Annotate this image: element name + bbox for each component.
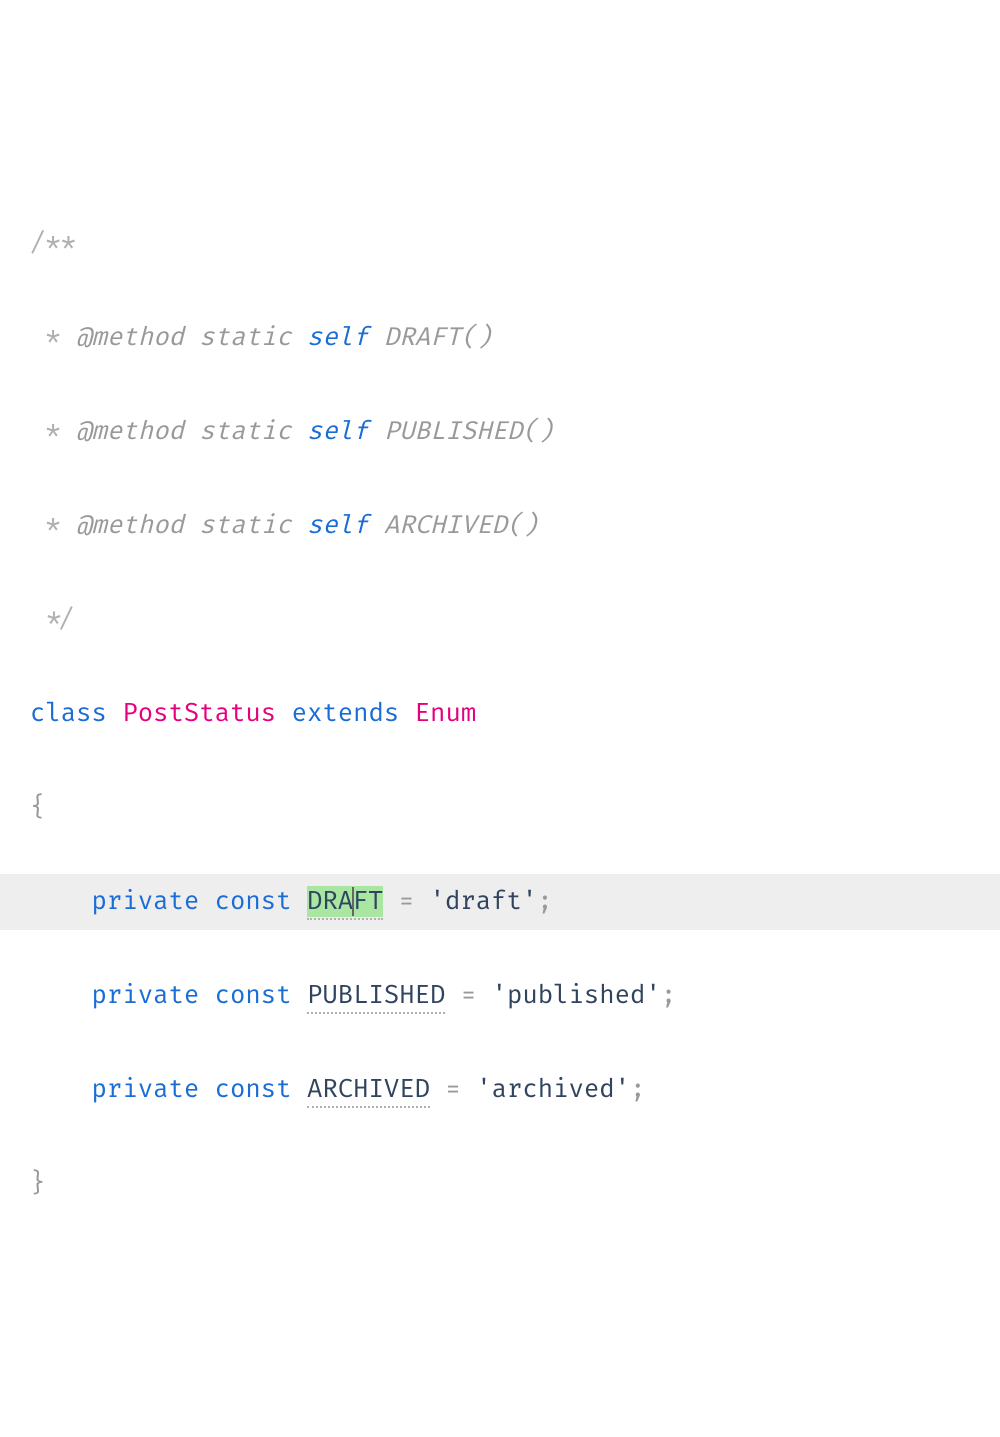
docblock-star: * [30, 416, 76, 447]
phpdoc-self: self [307, 322, 369, 353]
phpdoc-static: static [199, 322, 291, 353]
phpdoc-method-name: DRAFT() [384, 322, 492, 353]
string-literal: 'published' [492, 980, 661, 1011]
docblock-star: * [30, 510, 76, 541]
class-name: PostStatus [122, 698, 276, 729]
code-line[interactable]: * @method static self PUBLISHED() [0, 404, 1000, 461]
selection: FT [353, 886, 384, 917]
semicolon: ; [537, 886, 552, 917]
phpdoc-self: self [307, 416, 369, 447]
selection: DRA [307, 886, 353, 917]
code-line[interactable]: * @method static self ARCHIVED() [0, 498, 1000, 555]
code-line[interactable]: class PostStatus extends Enum [0, 686, 1000, 743]
text-caret [352, 887, 354, 916]
keyword-const: const [215, 886, 292, 917]
code-line[interactable]: private const ARCHIVED = 'archived'; [0, 1062, 1000, 1119]
docblock-close: */ [30, 604, 76, 635]
parent-class-name: Enum [415, 698, 477, 729]
keyword-private: private [92, 1074, 200, 1105]
phpdoc-tag: @method [76, 510, 184, 541]
semicolon: ; [630, 1074, 645, 1105]
keyword-extends: extends [292, 698, 400, 729]
keyword-private: private [92, 886, 200, 917]
const-name: PUBLISHED [307, 980, 445, 1014]
brace-open: { [30, 792, 45, 823]
phpdoc-self: self [307, 510, 369, 541]
brace-close: } [30, 1168, 45, 1199]
docblock-open: /** [30, 228, 76, 259]
phpdoc-static: static [199, 416, 291, 447]
string-literal: 'draft' [430, 886, 538, 917]
code-line[interactable]: /** [0, 216, 1000, 273]
keyword-const: const [215, 1074, 292, 1105]
code-line[interactable]: } [0, 1156, 1000, 1213]
keyword-class: class [30, 698, 107, 729]
operator-assign: = [430, 1074, 476, 1105]
code-line[interactable]: * @method static self DRAFT() [0, 310, 1000, 367]
phpdoc-tag: @method [76, 322, 184, 353]
phpdoc-method-name: PUBLISHED() [384, 416, 553, 447]
keyword-const: const [215, 980, 292, 1011]
operator-assign: = [383, 886, 429, 917]
code-line-current[interactable]: private const DRAFT = 'draft'; [0, 874, 1000, 931]
operator-assign: = [445, 980, 491, 1011]
const-name: ARCHIVED [307, 1074, 430, 1108]
phpdoc-method-name: ARCHIVED() [384, 510, 538, 541]
semicolon: ; [661, 980, 676, 1011]
const-name: DRAFT [307, 886, 383, 920]
code-line[interactable]: private const PUBLISHED = 'published'; [0, 968, 1000, 1025]
docblock-star: * [30, 322, 76, 353]
code-editor[interactable]: /** * @method static self DRAFT() * @met… [0, 178, 1000, 1250]
phpdoc-static: static [199, 510, 291, 541]
code-line[interactable]: { [0, 780, 1000, 837]
string-literal: 'archived' [476, 1074, 630, 1105]
keyword-private: private [92, 980, 200, 1011]
phpdoc-tag: @method [76, 416, 184, 447]
code-line[interactable]: */ [0, 592, 1000, 649]
